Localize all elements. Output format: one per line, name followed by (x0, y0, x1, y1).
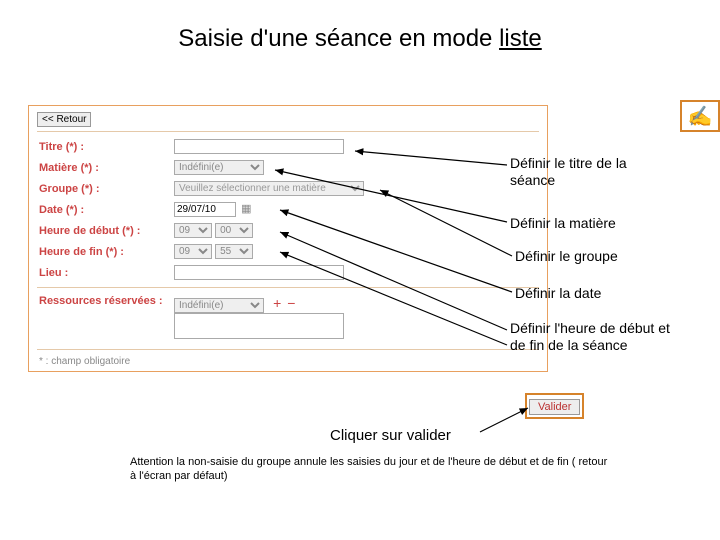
input-titre[interactable] (174, 139, 344, 154)
required-note: * : champ obligatoire (29, 354, 547, 371)
row-date: Date (*) : ▦ (29, 199, 547, 220)
select-groupe[interactable]: Veuillez sélectionner une matière (174, 181, 364, 196)
select-matiere[interactable]: Indéfini(e) (174, 160, 264, 175)
row-groupe: Groupe (*) : Veuillez sélectionner une m… (29, 178, 547, 199)
select-ressources[interactable]: Indéfini(e) (174, 298, 264, 313)
label-heure-fin: Heure de fin (*) : (39, 246, 174, 258)
label-lieu: Lieu : (39, 267, 174, 279)
label-groupe: Groupe (*) : (39, 183, 174, 195)
label-matiere: Matière (*) : (39, 162, 174, 174)
row-heure-fin: Heure de fin (*) : 09 55 (29, 241, 547, 262)
add-resource-icon[interactable]: + (273, 295, 281, 311)
calendar-icon[interactable]: ▦ (241, 203, 251, 215)
title-underlined: liste (499, 25, 542, 52)
click-valider-text: Cliquer sur valider (330, 427, 451, 444)
textarea-ressources[interactable] (174, 313, 344, 339)
select-heure-debut-m[interactable]: 00 (215, 223, 253, 238)
row-lieu: Lieu : (29, 262, 547, 283)
row-ressources: Ressources réservées : Indéfini(e) + − (29, 292, 547, 345)
input-lieu[interactable] (174, 265, 344, 280)
page-title: Saisie d'une séance en mode liste (0, 0, 720, 63)
valider-button[interactable]: Valider (529, 399, 580, 415)
annotation-titre: Définir le titre de la séance (510, 155, 670, 189)
annotation-heures: Définir l'heure de début et de fin de la… (510, 320, 670, 354)
row-titre: Titre (*) : (29, 136, 547, 157)
select-heure-debut-h[interactable]: 09 (174, 223, 212, 238)
annotation-groupe: Définir le groupe (515, 248, 675, 265)
input-date[interactable] (174, 202, 236, 217)
label-titre: Titre (*) : (39, 141, 174, 153)
title-prefix: Saisie d'une séance en mode (178, 25, 499, 52)
remove-resource-icon[interactable]: − (287, 295, 295, 311)
label-ressources: Ressources réservées : (39, 295, 174, 307)
label-heure-debut: Heure de début (*) : (39, 225, 174, 237)
valider-container: Valider (525, 393, 584, 419)
row-matiere: Matière (*) : Indéfini(e) (29, 157, 547, 178)
select-heure-fin-m[interactable]: 55 (215, 244, 253, 259)
writing-hand-icon: ✍ (680, 100, 720, 132)
back-button[interactable]: << Retour (37, 112, 91, 127)
select-heure-fin-h[interactable]: 09 (174, 244, 212, 259)
annotation-date: Définir la date (515, 285, 675, 302)
session-form: << Retour Titre (*) : Matière (*) : Indé… (28, 105, 548, 372)
row-heure-debut: Heure de début (*) : 09 00 (29, 220, 547, 241)
annotation-matiere: Définir la matière (510, 215, 670, 232)
label-date: Date (*) : (39, 204, 174, 216)
warning-text: Attention la non-saisie du groupe annule… (130, 455, 610, 484)
